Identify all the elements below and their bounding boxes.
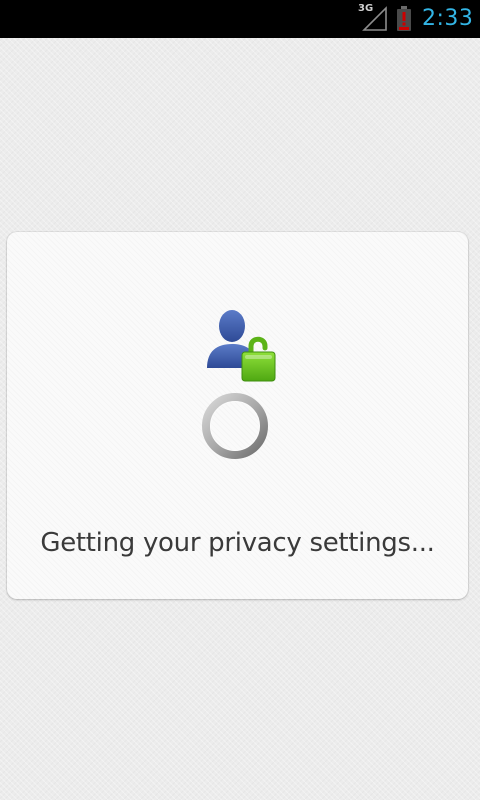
privacy-loading-dialog: Getting your privacy settings... bbox=[7, 232, 468, 599]
signal-icon: 3G bbox=[358, 4, 390, 32]
clock: 2:33 bbox=[422, 6, 474, 31]
loading-message: Getting your privacy settings... bbox=[40, 528, 435, 558]
battery-low-icon bbox=[396, 6, 412, 32]
privacy-user-lock-icon bbox=[199, 306, 279, 386]
status-bar: 3G 2:33 bbox=[0, 0, 480, 38]
loading-spinner bbox=[199, 390, 271, 462]
